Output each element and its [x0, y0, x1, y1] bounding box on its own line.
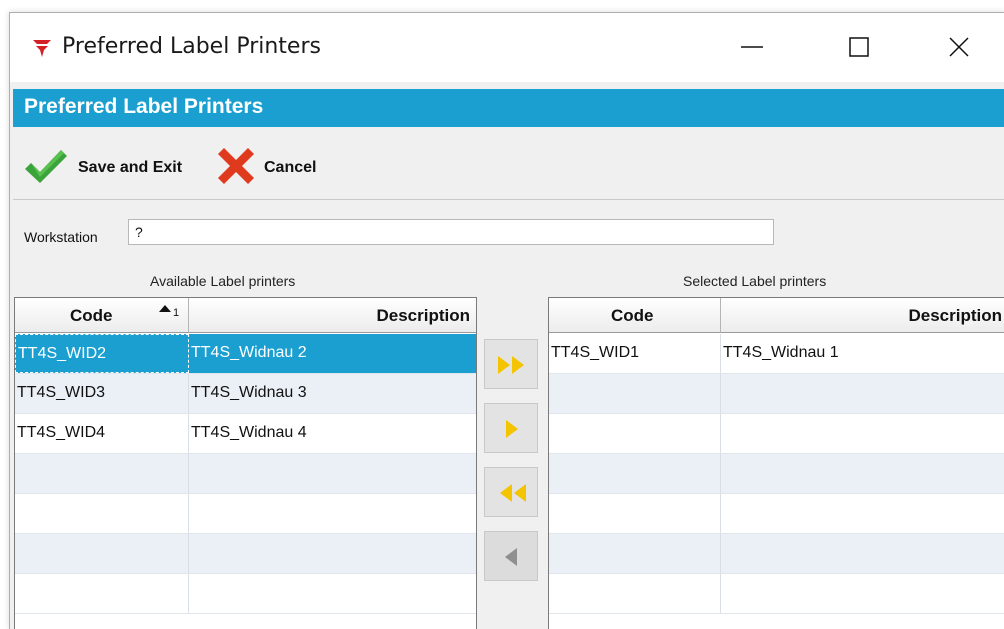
- column-header-code[interactable]: Code: [549, 298, 721, 333]
- code-cell[interactable]: TT4S_WID3: [15, 374, 189, 413]
- code-cell[interactable]: [549, 454, 721, 493]
- code-cell[interactable]: TT4S_WID2: [15, 334, 189, 373]
- table-row[interactable]: [549, 454, 1004, 494]
- description-cell[interactable]: [721, 454, 1004, 493]
- column-header-label: Description: [376, 306, 470, 325]
- app-logo-icon: [33, 40, 51, 57]
- description-cell-text: TT4S_Widnau 4: [191, 424, 307, 441]
- column-header-code[interactable]: Code 1: [15, 298, 189, 333]
- double-arrow-right-icon: [498, 356, 524, 374]
- description-cell[interactable]: TT4S_Widnau 1: [721, 334, 1004, 373]
- arrow-right-icon: [506, 420, 518, 438]
- available-printers-caption: Available Label printers: [150, 273, 296, 289]
- maximize-button[interactable]: [830, 13, 890, 82]
- close-icon: [949, 37, 969, 57]
- column-header-description[interactable]: Description: [189, 298, 476, 333]
- code-cell[interactable]: [549, 534, 721, 573]
- maximize-icon: [849, 37, 869, 57]
- code-cell-text: TT4S_WID1: [551, 344, 640, 361]
- description-cell[interactable]: [721, 574, 1004, 613]
- code-cell[interactable]: [15, 454, 189, 493]
- save-and-exit-label: Save and Exit: [78, 159, 183, 176]
- code-cell[interactable]: [549, 374, 721, 413]
- selected-printers-caption: Selected Label printers: [683, 273, 827, 289]
- arrow-left-icon: [505, 548, 517, 566]
- table-row[interactable]: [15, 454, 476, 494]
- code-cell-text: TT4S_WID4: [17, 424, 106, 441]
- code-cell-text: TT4S_WID3: [17, 384, 106, 401]
- sort-ascending-icon: [159, 305, 171, 312]
- column-header-label: Description: [908, 306, 1002, 325]
- description-cell[interactable]: TT4S_Widnau 3: [189, 374, 476, 413]
- description-cell[interactable]: [189, 494, 476, 533]
- table-row[interactable]: TT4S_WID3 TT4S_Widnau 3: [15, 374, 476, 414]
- code-cell[interactable]: [549, 574, 721, 613]
- minimize-icon: [741, 46, 763, 48]
- column-header-description[interactable]: Description: [721, 298, 1004, 333]
- code-cell[interactable]: [549, 414, 721, 453]
- move-one-left-button[interactable]: [484, 531, 538, 581]
- description-cell[interactable]: [721, 414, 1004, 453]
- move-all-left-button[interactable]: [484, 467, 538, 517]
- checkmark-icon: [25, 150, 67, 183]
- code-cell-text: TT4S_WID2: [18, 345, 107, 362]
- column-header-label: Code: [70, 306, 113, 325]
- description-cell[interactable]: [189, 454, 476, 493]
- page-title: Preferred Label Printers: [24, 95, 264, 118]
- table-row[interactable]: [549, 574, 1004, 614]
- selected-printers-grid: Code Description TT4S_WID1 TT4S_Widnau 1: [548, 297, 1004, 629]
- cancel-label: Cancel: [264, 159, 317, 176]
- table-row[interactable]: [549, 494, 1004, 534]
- code-cell[interactable]: [15, 534, 189, 573]
- available-printers-grid: Code 1 Description TT4S_WID2 TT4S_Widnau …: [14, 297, 477, 629]
- description-cell[interactable]: [189, 534, 476, 573]
- toolbar: Save and Exit Cancel: [13, 135, 1004, 200]
- minimize-button[interactable]: [723, 13, 783, 82]
- table-row[interactable]: TT4S_WID2 TT4S_Widnau 2: [15, 334, 476, 374]
- code-cell[interactable]: [15, 574, 189, 613]
- grid-header: Code 1 Description: [15, 298, 476, 334]
- code-cell[interactable]: [549, 494, 721, 533]
- table-row[interactable]: [15, 534, 476, 574]
- move-all-right-button[interactable]: [484, 339, 538, 389]
- workstation-input[interactable]: [128, 219, 774, 245]
- header-band: Preferred Label Printers: [13, 89, 1004, 127]
- dialog-window: Preferred Label Printers Preferred Label…: [9, 12, 1004, 629]
- description-cell[interactable]: TT4S_Widnau 4: [189, 414, 476, 453]
- close-button[interactable]: [930, 13, 990, 82]
- cancel-x-icon: [218, 148, 254, 184]
- description-cell[interactable]: TT4S_Widnau 2: [189, 334, 476, 373]
- title-bar: Preferred Label Printers: [10, 13, 1004, 82]
- window-title: Preferred Label Printers: [62, 34, 321, 59]
- description-cell[interactable]: [721, 534, 1004, 573]
- table-row[interactable]: [15, 574, 476, 614]
- table-row[interactable]: TT4S_WID4 TT4S_Widnau 4: [15, 414, 476, 454]
- description-cell[interactable]: [189, 574, 476, 613]
- table-row[interactable]: TT4S_WID1 TT4S_Widnau 1: [549, 334, 1004, 374]
- table-row[interactable]: [15, 494, 476, 534]
- save-and-exit-button[interactable]: Save and Exit: [21, 145, 211, 189]
- description-cell-text: TT4S_Widnau 1: [723, 344, 839, 361]
- code-cell[interactable]: TT4S_WID4: [15, 414, 189, 453]
- grid-header: Code Description: [549, 298, 1004, 334]
- workstation-label: Workstation: [24, 229, 98, 245]
- move-one-right-button[interactable]: [484, 403, 538, 453]
- code-cell[interactable]: TT4S_WID1: [549, 334, 721, 373]
- double-arrow-left-icon: [500, 484, 526, 502]
- code-cell[interactable]: [15, 494, 189, 533]
- description-cell[interactable]: [721, 494, 1004, 533]
- description-cell-text: TT4S_Widnau 3: [191, 384, 307, 401]
- table-row[interactable]: [549, 374, 1004, 414]
- table-row[interactable]: [549, 414, 1004, 454]
- sort-order-number: 1: [173, 307, 180, 319]
- description-cell[interactable]: [721, 374, 1004, 413]
- table-row[interactable]: [549, 534, 1004, 574]
- cancel-button[interactable]: Cancel: [215, 145, 345, 189]
- description-cell-text: TT4S_Widnau 2: [191, 344, 307, 361]
- column-header-label: Code: [611, 306, 654, 325]
